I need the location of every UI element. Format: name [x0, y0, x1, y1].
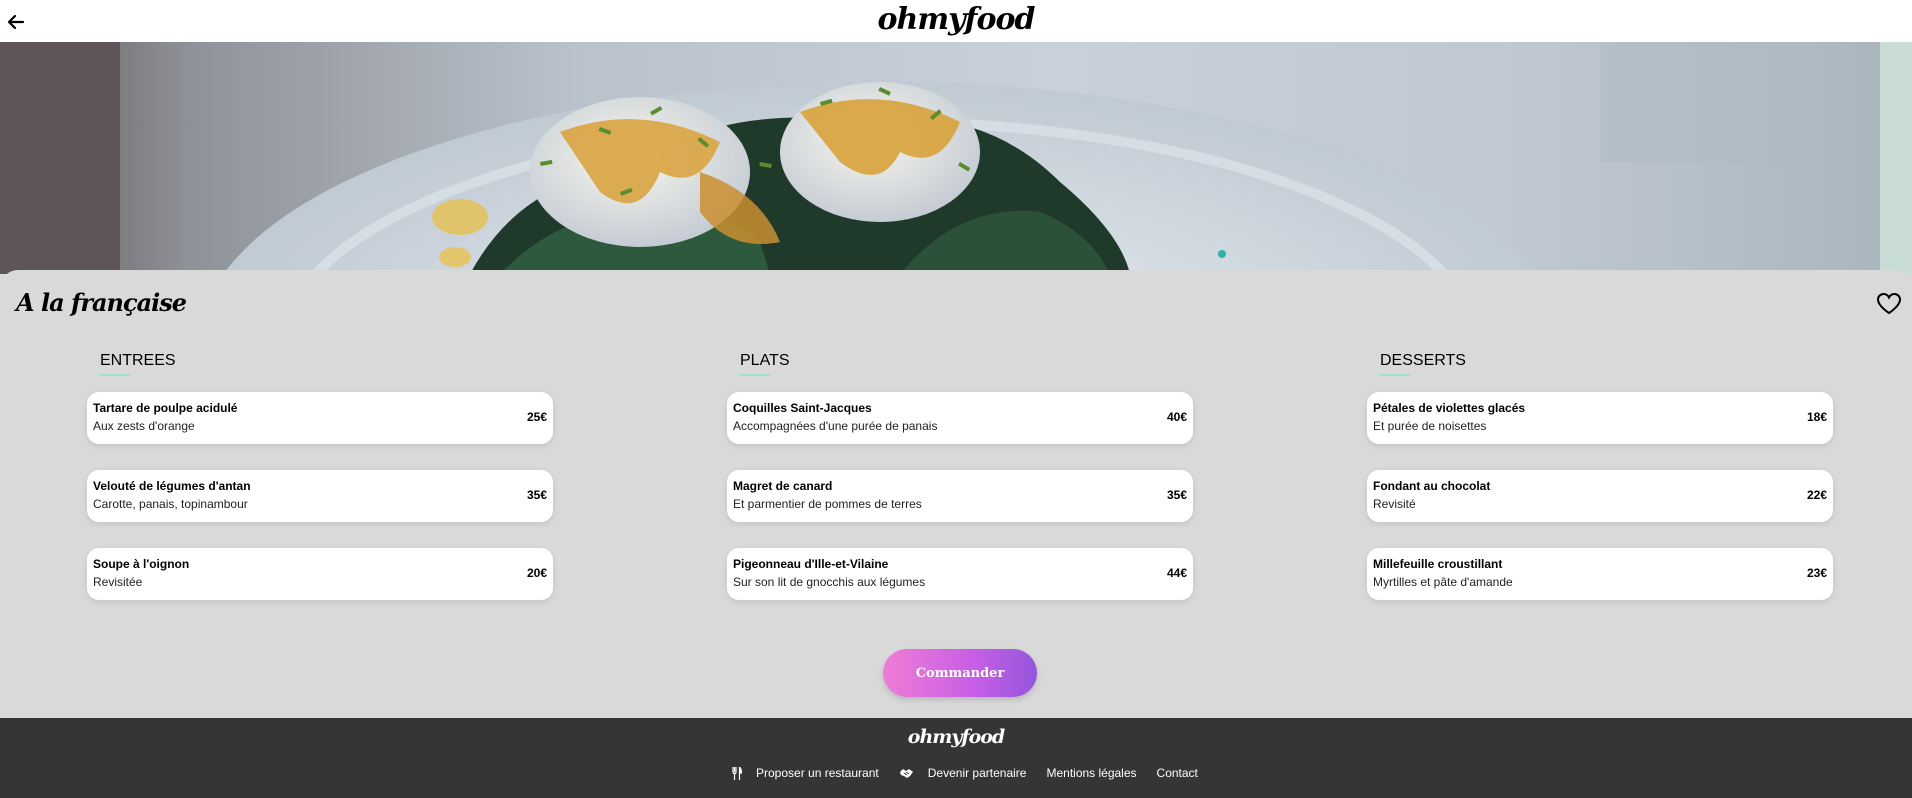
menu-item[interactable]: Pigeonneau d'Ille-et-Vilaine Sur son lit… [727, 548, 1193, 600]
dish-price: 35€ [1166, 488, 1187, 502]
menu-item[interactable]: Millefeuille croustillant Myrtilles et p… [1367, 548, 1833, 600]
heart-icon[interactable] [1876, 292, 1902, 316]
dish-price: 20€ [526, 566, 547, 580]
menu-column-desserts: DESSERTS Pétales de violettes glacés Et … [1367, 350, 1833, 600]
menu-column-plats: PLATS Coquilles Saint-Jacques Accompagné… [727, 350, 1193, 600]
menu-item[interactable]: Soupe à l'oignon Revisitée 20€ [87, 548, 553, 600]
menu-item[interactable]: Magret de canard Et parmentier de pommes… [727, 470, 1193, 522]
footer-link-become-partner[interactable]: Devenir partenaire [899, 766, 1027, 780]
dish-description: Revisitée [93, 575, 143, 589]
dish-price: 40€ [1166, 410, 1187, 424]
footer: ohmyfood Proposer un restaurant Devenir … [0, 718, 1912, 798]
menu-item[interactable]: Tartare de poulpe acidulé Aux zests d'or… [87, 392, 553, 444]
footer-link-label: Devenir partenaire [927, 766, 1027, 780]
header: ohmyfood [0, 0, 1912, 42]
dish-price: 22€ [1806, 488, 1827, 502]
dish-description: Sur son lit de gnocchis aux légumes [733, 575, 926, 589]
hero-image [0, 42, 1912, 274]
utensils-icon [732, 766, 742, 780]
dish-price: 23€ [1806, 566, 1827, 580]
dish-name: Fondant au chocolat [1373, 479, 1491, 493]
dish-description: Et parmentier de pommes de terres [733, 497, 922, 511]
menu-item[interactable]: Fondant au chocolat Revisité 22€ [1367, 470, 1833, 522]
menu-item[interactable]: Pétales de violettes glacés Et purée de … [1367, 392, 1833, 444]
column-title: DESSERTS [1380, 350, 1833, 376]
order-button[interactable]: Commander [883, 649, 1037, 697]
column-title: ENTREES [100, 350, 553, 376]
dish-description: Carotte, panais, topinambour [93, 497, 248, 511]
dish-name: Magret de canard [733, 479, 833, 493]
dish-description: Aux zests d'orange [93, 419, 195, 433]
footer-link-propose-restaurant[interactable]: Proposer un restaurant [732, 766, 879, 780]
dish-description: Et purée de noisettes [1373, 419, 1487, 433]
footer-link-legal[interactable]: Mentions légales [1046, 766, 1136, 780]
dish-name: Velouté de légumes d'antan [93, 479, 251, 493]
menu-column-entrees: ENTREES Tartare de poulpe acidulé Aux ze… [87, 350, 553, 600]
restaurant-title: A la française [16, 288, 187, 317]
dish-description: Myrtilles et pâte d'amande [1373, 575, 1513, 589]
dish-name: Soupe à l'oignon [93, 557, 190, 571]
dish-price: 25€ [526, 410, 547, 424]
dish-price: 35€ [526, 488, 547, 502]
dish-name: Tartare de poulpe acidulé [93, 401, 238, 415]
dish-name: Coquilles Saint-Jacques [733, 401, 872, 415]
handshake-icon [899, 768, 913, 778]
footer-link-label: Contact [1156, 766, 1198, 780]
logo[interactable]: ohmyfood [0, 2, 1912, 38]
menu-item[interactable]: Velouté de légumes d'antan Carotte, pana… [87, 470, 553, 522]
dish-description: Accompagnées d'une purée de panais [733, 419, 938, 433]
dish-price: 44€ [1166, 566, 1187, 580]
column-title: PLATS [740, 350, 1193, 376]
dish-description: Revisité [1373, 497, 1416, 511]
footer-link-contact[interactable]: Contact [1157, 766, 1198, 780]
dish-name: Pétales de violettes glacés [1373, 401, 1526, 415]
dish-price: 18€ [1806, 410, 1827, 424]
menu-section: A la française ENTREES Tartare de poulpe… [0, 270, 1912, 714]
footer-link-label: Mentions légales [1046, 766, 1137, 780]
footer-links: Proposer un restaurant Devenir partenair… [732, 766, 1198, 780]
dish-name: Pigeonneau d'Ille-et-Vilaine [733, 557, 889, 571]
menu-item[interactable]: Coquilles Saint-Jacques Accompagnées d'u… [727, 392, 1193, 444]
dish-name: Millefeuille croustillant [1373, 557, 1503, 571]
footer-link-label: Proposer un restaurant [756, 766, 879, 780]
footer-logo[interactable]: ohmyfood [0, 726, 1912, 748]
